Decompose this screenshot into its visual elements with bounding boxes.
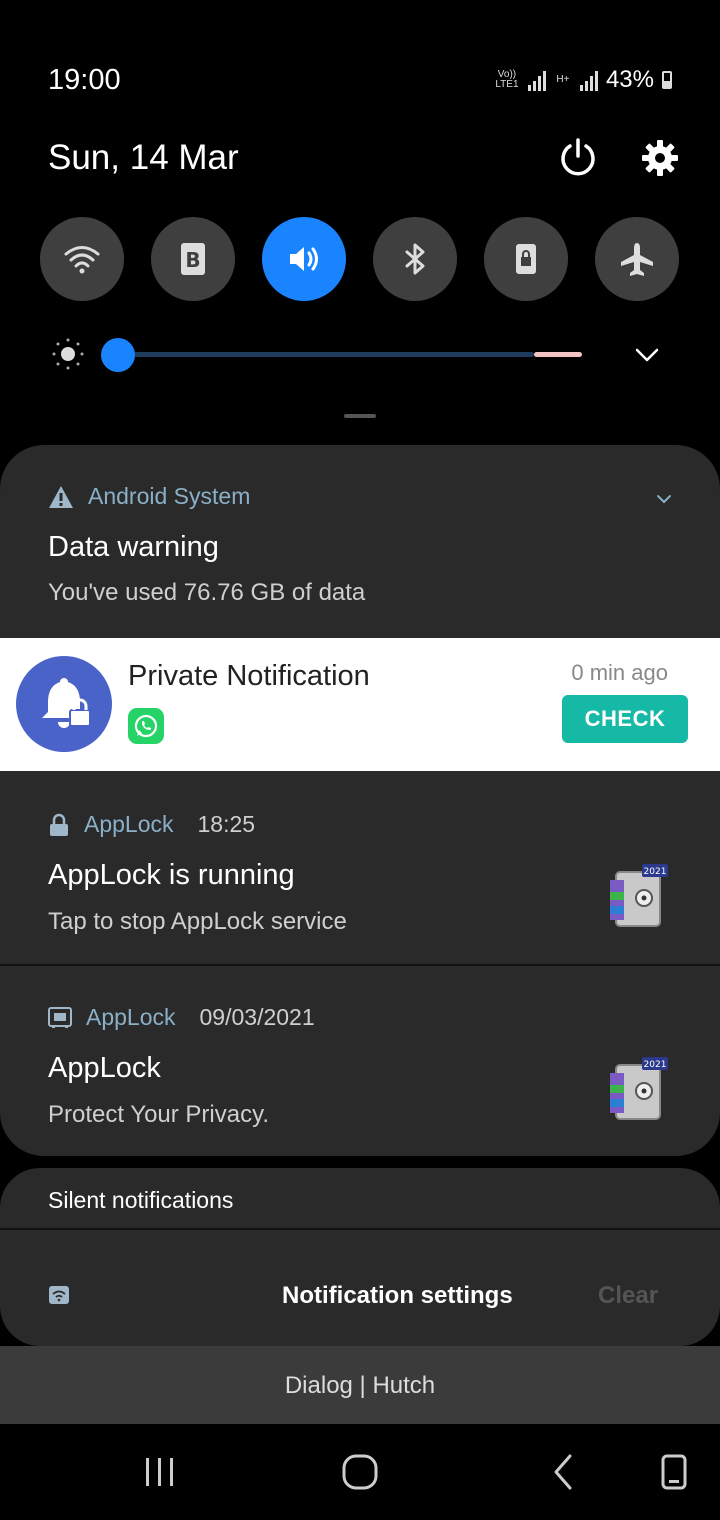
bixby-toggle[interactable]: B bbox=[151, 217, 235, 301]
back-icon[interactable] bbox=[544, 1452, 584, 1492]
applock-running-body: Tap to stop AppLock service bbox=[48, 908, 347, 935]
airplane-icon bbox=[621, 243, 653, 276]
bluetooth-toggle[interactable] bbox=[373, 217, 457, 301]
wifi-toggle[interactable] bbox=[40, 217, 124, 301]
battery-icon bbox=[662, 71, 672, 89]
bluetooth-icon bbox=[405, 243, 425, 275]
drag-handle[interactable] bbox=[344, 414, 376, 418]
private-notification-title: Private Notification bbox=[128, 660, 370, 692]
applock-running-title: AppLock is running bbox=[48, 859, 295, 891]
clear-button[interactable]: Clear bbox=[598, 1282, 658, 1310]
android-app-name: Android System bbox=[88, 483, 251, 509]
notification-settings-button[interactable]: Notification settings bbox=[282, 1282, 513, 1310]
lock-icon bbox=[50, 813, 68, 836]
date-label: Sun, 14 Mar bbox=[48, 138, 239, 177]
brightness-thumb[interactable] bbox=[101, 338, 135, 372]
lock-toggle[interactable] bbox=[484, 217, 568, 301]
bell-lock-icon bbox=[42, 678, 91, 728]
wifi-notification-icon bbox=[49, 1286, 69, 1304]
brightness-track[interactable] bbox=[118, 352, 534, 357]
gear-icon[interactable] bbox=[638, 136, 682, 180]
android-app-row: Android System bbox=[48, 483, 250, 510]
applock-safe-icon: 2021 bbox=[610, 864, 668, 927]
check-button[interactable]: CHECK bbox=[562, 695, 688, 743]
applock-time: 18:25 bbox=[197, 811, 256, 837]
whatsapp-icon bbox=[128, 708, 164, 744]
applock-badge: 2021 bbox=[644, 867, 667, 877]
lock-screen-icon bbox=[516, 244, 536, 274]
status-icons: Vo)) LTE1 H+ 43% bbox=[494, 66, 672, 94]
airplane-toggle[interactable] bbox=[595, 217, 679, 301]
svg-text:B: B bbox=[185, 248, 200, 272]
sim1-label: Vo)) LTE1 bbox=[495, 69, 519, 90]
safe-icon bbox=[48, 1006, 72, 1028]
recents-icon[interactable] bbox=[140, 1452, 180, 1492]
applock-title: AppLock bbox=[48, 1052, 161, 1084]
silent-notifications-label: Silent notifications bbox=[48, 1187, 234, 1213]
applock-app-name-2: AppLock bbox=[86, 1004, 176, 1030]
chevron-down-icon[interactable] bbox=[632, 340, 662, 370]
applock-app-row-2: AppLock 09/03/2021 bbox=[48, 1004, 315, 1031]
bixby-icon: B bbox=[181, 243, 205, 275]
applock-app-row: AppLock 18:25 bbox=[48, 811, 255, 838]
keyboard-toggle-icon[interactable] bbox=[654, 1452, 694, 1492]
applock-app-name: AppLock bbox=[84, 811, 174, 837]
speaker-icon bbox=[290, 247, 318, 271]
brightness-track-end bbox=[534, 352, 582, 357]
applock-body: Protect Your Privacy. bbox=[48, 1101, 269, 1128]
signal-icon bbox=[527, 69, 546, 91]
data-warning-title: Data warning bbox=[48, 531, 219, 563]
chevron-down-icon[interactable] bbox=[654, 489, 674, 509]
notification-panel: Android System Data warning You've used … bbox=[0, 445, 720, 1156]
battery-percent: 43% bbox=[605, 66, 654, 93]
warning-icon bbox=[49, 485, 73, 508]
wifi-icon bbox=[64, 246, 100, 274]
signal-icon-2 bbox=[579, 69, 598, 91]
applock-date: 09/03/2021 bbox=[199, 1004, 315, 1030]
power-icon[interactable] bbox=[556, 136, 600, 180]
divider bbox=[0, 964, 720, 966]
home-icon[interactable] bbox=[340, 1452, 380, 1492]
applock-badge-2: 2021 bbox=[644, 1060, 667, 1070]
applock-safe-icon-2: 2021 bbox=[610, 1057, 668, 1120]
private-notification-time: 0 min ago bbox=[571, 660, 668, 685]
status-time: 19:00 bbox=[48, 64, 121, 96]
brightness-icon bbox=[52, 338, 84, 370]
private-notification-avatar bbox=[16, 656, 112, 752]
divider bbox=[0, 1228, 720, 1230]
sound-toggle[interactable] bbox=[262, 217, 346, 301]
sim2-label: H+ bbox=[556, 74, 570, 85]
carrier-label: Dialog | Hutch bbox=[284, 1372, 436, 1399]
data-warning-body: You've used 76.76 GB of data bbox=[48, 579, 366, 606]
